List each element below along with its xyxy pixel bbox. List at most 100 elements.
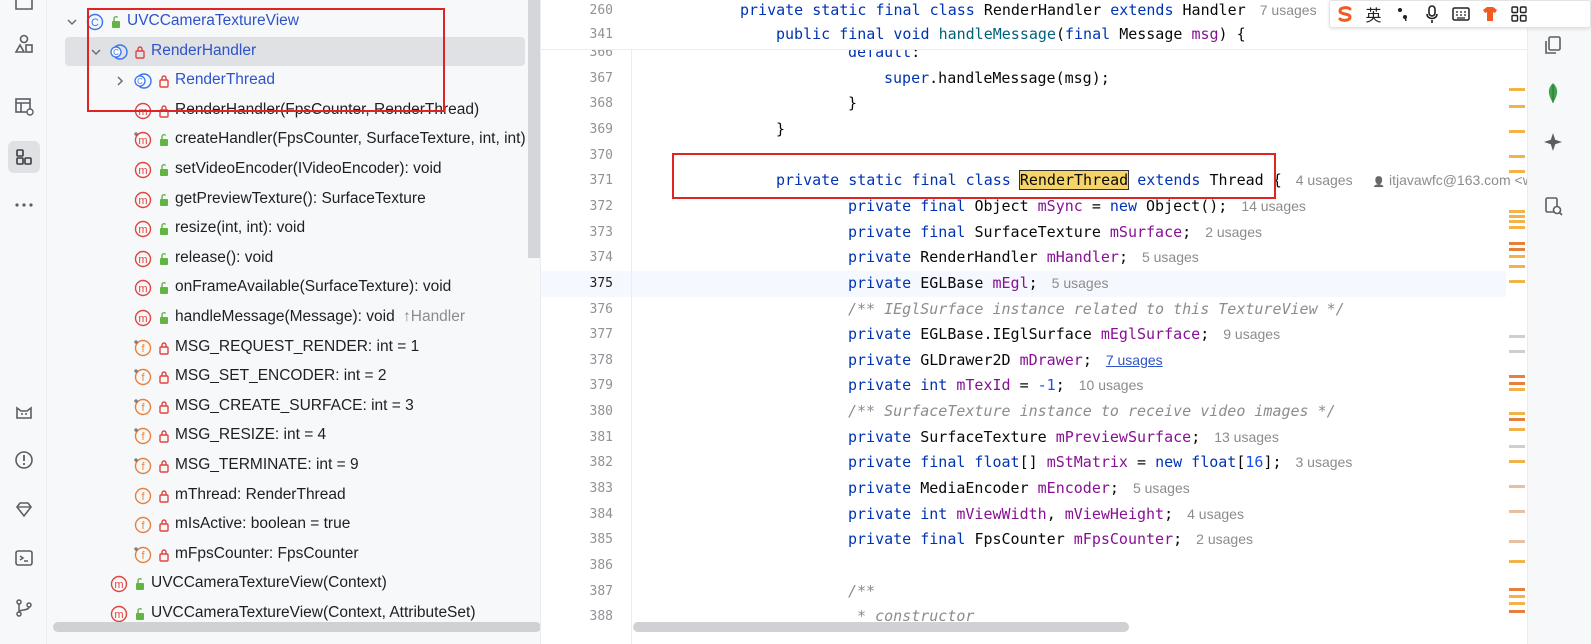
code-line[interactable]: private int mTexId = -1; 10 usages — [848, 376, 1143, 394]
stripe-marker[interactable] — [1509, 588, 1525, 591]
stripe-marker[interactable] — [1509, 210, 1525, 213]
structure-row[interactable]: m setVideoEncoder(IVideoEncoder): void — [47, 155, 540, 185]
stripe-marker[interactable] — [1509, 170, 1525, 173]
stripe-marker[interactable] — [1509, 428, 1525, 431]
stripe-marker[interactable] — [1509, 510, 1525, 513]
usages-hint[interactable]: 7 usages — [1106, 352, 1163, 368]
skin-icon[interactable] — [1475, 1, 1504, 27]
sogou-logo-icon[interactable] — [1330, 1, 1359, 27]
stripe-marker[interactable] — [1509, 388, 1525, 391]
chevron-down-icon[interactable] — [65, 15, 79, 29]
stripe-marker[interactable] — [1509, 335, 1525, 338]
ai-sparkle-icon[interactable] — [1538, 127, 1568, 157]
stripe-marker[interactable] — [1509, 88, 1525, 91]
code-line[interactable]: private int mViewWidth, mViewHeight; 4 us… — [848, 505, 1244, 523]
usages-hint[interactable]: 13 usages — [1214, 429, 1279, 445]
usages-hint[interactable]: 5 usages — [1133, 480, 1190, 496]
stripe-marker[interactable] — [1509, 460, 1525, 463]
stripe-marker[interactable] — [1509, 382, 1525, 385]
terminal-icon[interactable] — [8, 542, 40, 574]
structure-row[interactable]: f mFpsCounter: FpsCounter — [47, 540, 540, 570]
structure-row[interactable]: m handleMessage(Message): void ↑Handler — [47, 303, 540, 333]
code-line[interactable]: private final FpsCounter mFpsCounter; 2 u… — [848, 530, 1253, 548]
code-line[interactable]: /** IEglSurface instance related to this… — [848, 300, 1345, 318]
stripe-marker[interactable] — [1509, 255, 1525, 258]
stripe-marker[interactable] — [1509, 418, 1525, 421]
git-branch-icon[interactable] — [8, 592, 40, 624]
error-stripe[interactable] — [1507, 50, 1527, 644]
structure-row[interactable]: m release(): void — [47, 244, 540, 274]
stripe-marker[interactable] — [1509, 155, 1525, 158]
usages-hint[interactable]: 5 usages — [1052, 275, 1109, 291]
usages-hint[interactable]: 4 usages — [1296, 172, 1353, 188]
stripe-marker[interactable] — [1509, 280, 1525, 283]
microphone-icon[interactable] — [1417, 1, 1446, 27]
stripe-marker[interactable] — [1509, 602, 1525, 605]
structure-row[interactable]: m createHandler(FpsCounter, SurfaceTextur… — [47, 125, 540, 155]
author-hint[interactable]: 👤itjavawfc@163.com <wfc868690> — [1373, 172, 1527, 188]
table-settings-icon[interactable] — [8, 90, 40, 122]
stripe-marker[interactable] — [1509, 226, 1525, 229]
structure-row[interactable]: f MSG_TERMINATE: int = 9 — [47, 451, 540, 481]
stripe-marker[interactable] — [1509, 445, 1525, 448]
structure-row[interactable]: m UVCCameraTextureView(Context) — [47, 569, 540, 599]
code-line[interactable]: /** SurfaceTexture instance to receive v… — [848, 402, 1336, 420]
structure-row[interactable]: f MSG_REQUEST_RENDER: int = 1 — [47, 333, 540, 363]
stripe-marker[interactable] — [1509, 130, 1525, 133]
structure-row[interactable]: m onFrameAvailable(SurfaceTexture): void — [47, 273, 540, 303]
code-line[interactable]: private RenderHandler mHandler; 5 usages — [848, 248, 1199, 266]
stripe-marker[interactable] — [1509, 485, 1525, 488]
usages-hint[interactable]: 3 usages — [1296, 454, 1353, 470]
stripe-marker[interactable] — [1509, 595, 1525, 598]
code-line[interactable]: private MediaEncoder mEncoder; 5 usages — [848, 479, 1190, 497]
code-line[interactable]: } — [776, 120, 785, 138]
editor-horizontal-scrollbar[interactable] — [633, 622, 1129, 632]
usages-hint[interactable]: 5 usages — [1142, 249, 1199, 265]
stripe-marker[interactable] — [1509, 375, 1525, 378]
stripe-marker[interactable] — [1509, 350, 1525, 353]
stripe-marker[interactable] — [1509, 412, 1525, 415]
structure-row[interactable]: m resize(int, int): void — [47, 214, 540, 244]
structure-row[interactable]: f mThread: RenderThread — [47, 481, 540, 511]
code-line[interactable]: private final Object mSync = new Object(… — [848, 197, 1306, 215]
stripe-marker[interactable] — [1509, 265, 1525, 268]
structure-horizontal-scrollbar[interactable] — [53, 622, 540, 632]
punctuation-icon[interactable] — [1388, 1, 1417, 27]
structure-row[interactable]: f MSG_RESIZE: int = 4 — [47, 421, 540, 451]
code-line[interactable]: private EGLBase mEgl; 5 usages — [848, 274, 1108, 292]
code-line[interactable]: private final SurfaceTexture mSurface; 2 … — [848, 223, 1262, 241]
code-line[interactable]: /** — [848, 582, 875, 600]
usages-hint[interactable]: 2 usages — [1205, 224, 1262, 240]
structure-row[interactable]: f MSG_CREATE_SURFACE: int = 3 — [47, 392, 540, 422]
copy-document-icon[interactable] — [1538, 30, 1568, 60]
stripe-marker[interactable] — [1509, 105, 1525, 108]
code-editor[interactable]: 366 default: 367 super.handleMessage(msg); 3… — [541, 0, 1527, 644]
stripe-marker[interactable] — [1509, 242, 1525, 245]
stripe-marker[interactable] — [1509, 610, 1525, 613]
mongodb-leaf-icon[interactable] — [1538, 78, 1568, 108]
code-line[interactable]: private static final class RenderHandler… — [740, 1, 1407, 19]
code-line[interactable]: private GLDrawer2D mDrawer; 7 usages — [848, 351, 1163, 369]
problems-icon[interactable] — [8, 444, 40, 476]
usages-hint[interactable]: 14 usages — [1241, 198, 1306, 214]
folder-icon[interactable] — [8, 0, 40, 18]
stripe-marker[interactable] — [1509, 540, 1525, 543]
usages-hint[interactable]: 7 usages — [1260, 2, 1317, 18]
structure-vertical-scrollbar[interactable] — [528, 0, 540, 258]
code-line[interactable]: private EGLBase.IEglSurface mEglSurface;… — [848, 325, 1280, 343]
code-line[interactable]: super.handleMessage(msg); — [884, 69, 1110, 87]
stripe-marker[interactable] — [1509, 215, 1525, 218]
code-line[interactable]: public final void handleMessage(final Me… — [776, 25, 1246, 43]
usages-hint[interactable]: 4 usages — [1187, 506, 1244, 522]
usages-hint[interactable]: 2 usages — [1196, 531, 1253, 547]
more-icon[interactable] — [8, 189, 40, 221]
usages-hint[interactable]: 9 usages — [1223, 326, 1280, 342]
structure-icon[interactable] — [8, 141, 40, 173]
code-line[interactable]: private final float[] mStMatrix = new fl… — [848, 453, 1352, 471]
keyboard-icon[interactable] — [1446, 1, 1475, 27]
code-line[interactable]: } — [848, 94, 857, 112]
shapes-icon[interactable] — [8, 28, 40, 60]
usages-hint[interactable]: 10 usages — [1079, 377, 1144, 393]
structure-row[interactable]: f MSG_SET_ENCODER: int = 2 — [47, 362, 540, 392]
stripe-marker[interactable] — [1509, 560, 1525, 563]
